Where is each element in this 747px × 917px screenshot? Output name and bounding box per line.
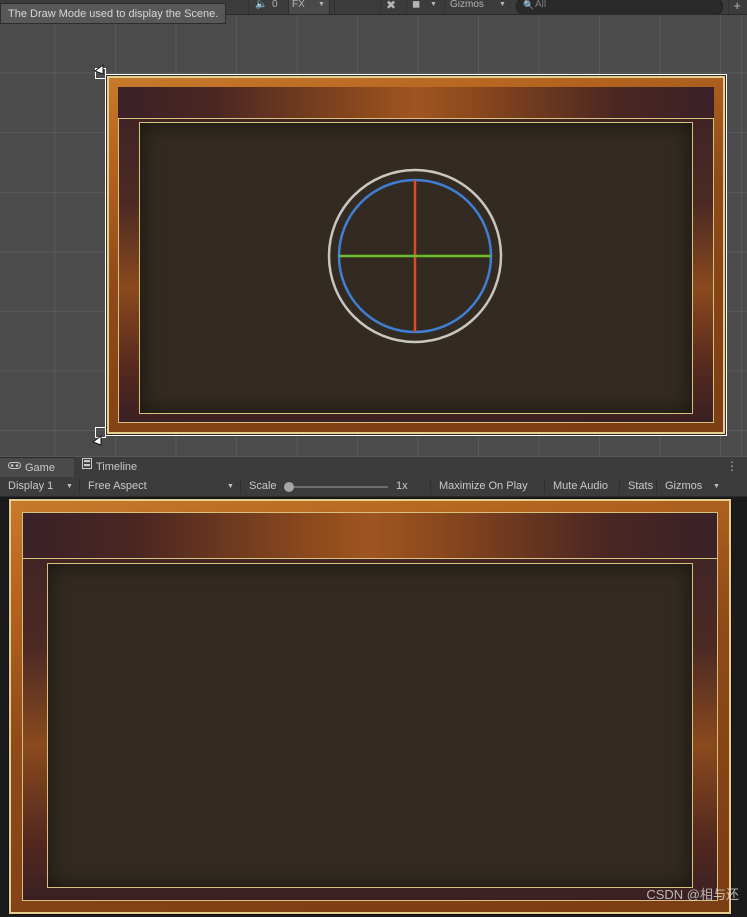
toolbar-separator-3 [380,0,381,14]
scale-value: 1x [396,480,408,492]
game-ornate-frame [9,499,731,914]
display-chevron-down-icon[interactable]: ▼ [66,477,73,496]
rotation-gizmo[interactable] [326,167,504,345]
mute-audio-button[interactable]: Mute Audio [547,477,614,496]
tab-game-label: Game [25,462,55,474]
toolbar-separator-6 [728,0,729,14]
toolbar-divider-3 [430,479,431,494]
cursor-arrow-bottom-left [91,435,102,446]
scene-frame-top-band [118,87,714,119]
toolbar-divider-6 [656,479,657,494]
game-gizmos-button[interactable]: Gizmos [659,477,708,496]
game-frame-interior [47,563,693,888]
audio-mute-icon[interactable]: 🔈 [255,0,267,13]
scene-audio-count: 0 [272,0,278,10]
plus-icon[interactable]: + [733,0,741,13]
no-light-icon[interactable]: ✖ [386,0,396,13]
toolbar-separator-4 [406,0,407,14]
stats-button[interactable]: Stats [622,477,659,496]
scene-effects-label: FX [292,0,305,10]
toolbar-divider-2 [240,479,241,494]
toolbar-divider-5 [619,479,620,494]
toolbar-separator-1 [248,0,249,14]
scene-search-field[interactable]: 🔍 All [516,0,723,14]
tab-timeline[interactable]: Timeline [74,457,170,477]
scale-slider-track[interactable] [288,486,388,488]
scene-gizmos-label[interactable]: Gizmos [450,0,484,13]
cursor-arrow-top-left [93,64,104,75]
game-render-area: CSDN @相与还 [0,497,747,917]
aspect-chevron-down-icon[interactable]: ▼ [227,477,234,496]
toolbar-separator-2 [334,0,335,14]
unity-editor-window: 🔈 0 FX ▼ ✖ ◼ ▼ Gizmos ▼ 🔍 All + The Draw… [0,0,747,917]
game-frame-top-band [23,513,717,559]
tab-game[interactable]: Game [0,457,74,477]
scale-slider-knob[interactable] [284,482,294,492]
game-view-toolbar: Display 1 ▼ Free Aspect ▼ Scale 1x Maxim… [0,477,747,497]
gamepad-icon [8,457,21,477]
game-view-panel: Game Timeline ⋮ Display 1 ▼ Free Aspect … [0,457,747,917]
toolbar-divider-4 [544,479,545,494]
more-options-icon[interactable]: ⋮ [725,459,739,475]
aspect-dropdown-label[interactable]: Free Aspect [82,477,153,496]
effects-chevron-down-icon[interactable]: ▼ [318,0,325,13]
camera-icon[interactable]: ◼ [412,0,420,13]
toolbar-divider-1 [79,479,80,494]
film-strip-icon [82,457,92,476]
game-gizmos-chevron-down-icon[interactable]: ▼ [713,477,720,496]
toolbar-separator-5 [444,0,445,14]
camera-chevron-down-icon[interactable]: ▼ [430,0,437,13]
tab-timeline-label: Timeline [96,461,138,473]
maximize-on-play-button[interactable]: Maximize On Play [433,477,534,496]
draw-mode-tooltip: The Draw Mode used to display the Scene. [0,3,227,24]
csdn-watermark: CSDN @相与还 [646,887,739,902]
scene-search-placeholder: All [535,0,547,10]
game-view-tabbar: Game Timeline ⋮ [0,457,747,478]
scene-view-panel: 🔈 0 FX ▼ ✖ ◼ ▼ Gizmos ▼ 🔍 All + The Draw… [0,0,747,457]
scale-label: Scale [249,480,277,492]
search-icon: 🔍 [523,0,535,10]
display-dropdown-label[interactable]: Display 1 [2,477,59,496]
gizmos-chevron-down-icon[interactable]: ▼ [499,0,506,13]
